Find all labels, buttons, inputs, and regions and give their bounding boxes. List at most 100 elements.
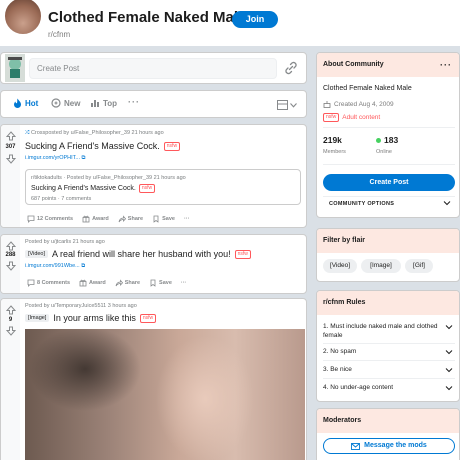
award-icon (82, 215, 90, 223)
sort-top-label: Top (103, 98, 118, 108)
more-options-button[interactable]: ··· (181, 280, 187, 286)
post-flair[interactable]: [Video] (25, 250, 49, 258)
comments-button[interactable]: 8 Comments (27, 279, 70, 287)
sort-hot[interactable]: Hot (13, 98, 38, 108)
share-button[interactable]: Share (118, 215, 143, 223)
share-button[interactable]: Share (115, 279, 140, 287)
award-button[interactable]: Award (82, 215, 109, 223)
post-card[interactable]: 288 Posted by u/jtcarlis 21 hours ago [V… (0, 234, 307, 294)
post-actions: 8 Comments Award Share Save ··· (27, 279, 195, 287)
widget-header: About Community ··· (317, 53, 459, 77)
post-title-text: In your arms like this (53, 313, 136, 323)
link-icon[interactable] (283, 60, 299, 76)
comment-icon (27, 215, 35, 223)
award-button[interactable]: Award (79, 279, 106, 287)
online-label: Online (376, 149, 392, 155)
community-options-toggle[interactable]: COMMUNITY OPTIONS (329, 201, 394, 207)
chevron-down-icon[interactable] (445, 366, 453, 374)
crosspost-title-text: Sucking A Friend's Massive Cock. (31, 185, 136, 192)
comment-icon (27, 279, 35, 287)
chevron-down-icon[interactable] (445, 384, 453, 392)
save-button[interactable]: Save (149, 279, 172, 287)
join-button[interactable]: Join (232, 11, 278, 28)
post-title[interactable]: [Video] A real friend will share her hus… (25, 249, 251, 259)
created-date: Created Aug 4, 2009 (323, 100, 394, 108)
upvote-icon[interactable] (6, 241, 16, 251)
post-title-text: Sucking A Friend's Massive Cock. (25, 141, 160, 151)
comments-button[interactable]: 12 Comments (27, 215, 73, 223)
award-icon (79, 279, 87, 287)
post-meta: Posted by u/jtcarlis 21 hours ago (25, 239, 105, 245)
message-mods-button[interactable]: Message the mods (323, 438, 455, 454)
post-card[interactable]: 307 ⤮ Crossposted by u/False_Philosopher… (0, 124, 307, 228)
user-avatar-icon[interactable] (5, 54, 25, 82)
flair-filter-video[interactable]: [Video] (323, 259, 357, 273)
create-post-input[interactable]: Create Post (29, 58, 277, 79)
moderators-widget: Moderators Message the mods (316, 408, 460, 460)
vote-count: 288 (5, 252, 16, 258)
sort-new[interactable]: New (51, 98, 80, 108)
flair-filter-image[interactable]: [Image] (361, 259, 401, 273)
post-title[interactable]: [Image] In your arms like this nsfw (25, 313, 157, 323)
post-image-blurred[interactable] (25, 329, 305, 460)
online-count: 183 (376, 135, 398, 145)
chevron-down-icon[interactable] (445, 323, 453, 331)
crosspost-meta: r/tiktokadults · Posted by u/False_Philo… (31, 175, 186, 181)
subreddit-title: Clothed Female Naked Male (48, 9, 247, 26)
divider (323, 127, 455, 128)
cake-icon (323, 101, 331, 108)
created-date-text: Created Aug 4, 2009 (334, 100, 394, 108)
vote-column: 288 (1, 235, 20, 293)
post-title[interactable]: Sucking A Friend's Massive Cock. nsfw (25, 141, 181, 151)
more-options-button[interactable]: ··· (184, 216, 190, 222)
vote-column: 9 (1, 299, 20, 460)
nsfw-badge: nsfw (323, 113, 340, 122)
sort-top[interactable]: Top (90, 98, 117, 108)
widget-header: Filter by flair (317, 229, 459, 253)
chevron-down-icon[interactable] (445, 348, 453, 356)
flame-icon (14, 98, 21, 108)
vote-column: 307 (1, 125, 20, 227)
rule-item[interactable]: 4. No under-age content (323, 383, 455, 392)
downvote-icon[interactable] (6, 326, 16, 336)
crosspost-embed[interactable]: r/tiktokadults · Posted by u/False_Philo… (25, 169, 301, 205)
upvote-icon[interactable] (6, 131, 16, 141)
more-options-button[interactable]: ··· (440, 53, 452, 77)
downvote-icon[interactable] (6, 154, 16, 164)
flair-filter-gif[interactable]: [Gif] (405, 259, 433, 273)
nsfw-badge: nsfw (139, 313, 157, 323)
sort-more-button[interactable]: ··· (128, 97, 140, 107)
view-toggle[interactable] (277, 99, 297, 111)
post-meta: Posted by u/TemporaryJuice5511 3 hours a… (25, 303, 137, 309)
post-link[interactable]: i.imgur.com/yrOPHIT... ⧉ (25, 155, 85, 162)
online-dot-icon (376, 137, 381, 143)
vote-count: 9 (8, 317, 13, 323)
bookmark-icon (153, 215, 159, 223)
post-meta-text: Crossposted by u/False_Philosopher_39 21… (30, 130, 164, 136)
rule-item[interactable]: 1. Must include naked male and clothed f… (323, 322, 443, 340)
online-count-text: 183 (384, 135, 399, 145)
post-flair[interactable]: [Image] (25, 314, 50, 322)
nsfw-badge: nsfw (234, 249, 251, 259)
widget-header: Moderators (317, 409, 459, 433)
post-link[interactable]: i.imgur.com/991Wbe... ⧉ (25, 263, 85, 270)
downvote-icon[interactable] (6, 261, 16, 271)
crosspost-stats: 687 points · 7 comments (31, 196, 92, 202)
share-label: Share (124, 280, 141, 286)
upvote-icon[interactable] (6, 305, 16, 315)
rule-item[interactable]: 3. Be nice (323, 365, 455, 374)
rules-widget: r/cfnm Rules 1. Must include naked male … (316, 290, 460, 402)
message-mods-label: Message the mods (364, 442, 427, 449)
adult-content: nsfw Adult content (323, 113, 380, 122)
create-post-button[interactable]: Create Post (323, 174, 455, 191)
nsfw-badge: nsfw (138, 184, 156, 193)
chevron-down-icon[interactable] (443, 199, 451, 207)
external-link-icon: ⧉ (81, 155, 86, 161)
post-card[interactable]: 9 Posted by u/TemporaryJuice5511 3 hours… (0, 298, 307, 460)
community-description: Clothed Female Naked Male (323, 85, 412, 92)
bar-chart-icon (91, 100, 99, 107)
save-button[interactable]: Save (152, 215, 175, 223)
divider (323, 343, 455, 344)
rule-item[interactable]: 2. No spam (323, 347, 455, 356)
adult-content-label: Adult content (342, 114, 381, 121)
